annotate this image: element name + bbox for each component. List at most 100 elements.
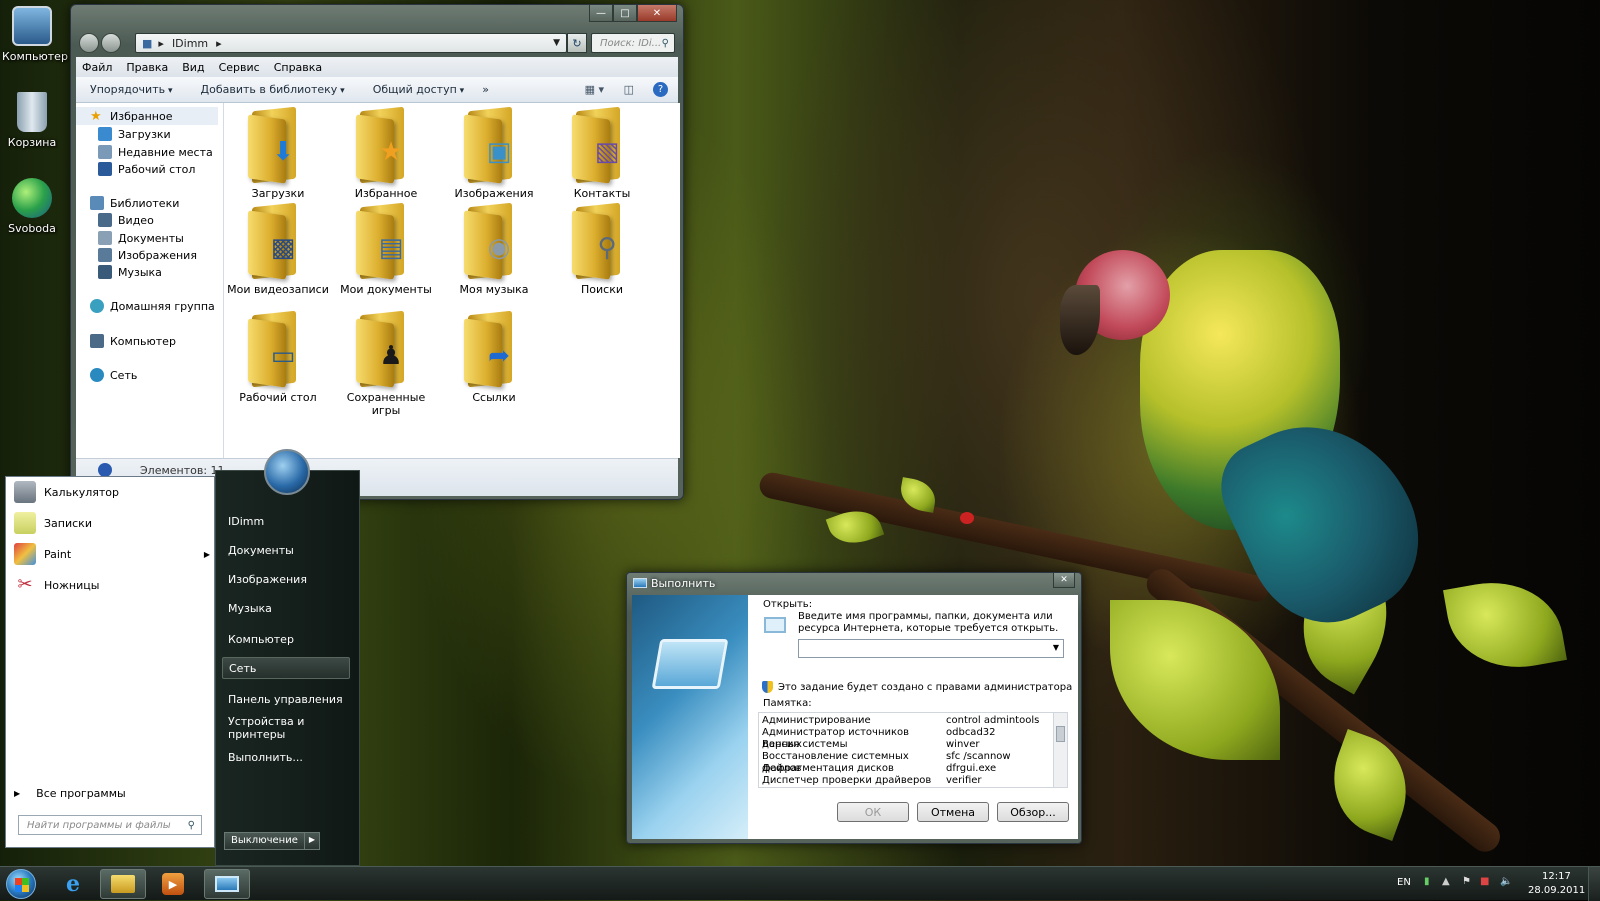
maximize-button[interactable]: □ bbox=[613, 5, 637, 22]
browse-button[interactable]: Обзор... bbox=[997, 802, 1069, 822]
folder-item[interactable]: ▩ Мои видеозаписи bbox=[224, 202, 332, 296]
taskbar-ie-button[interactable]: e bbox=[50, 869, 96, 899]
folder-item[interactable]: ⚲ Поиски bbox=[548, 202, 656, 296]
start-item-control-panel[interactable]: Панель управления bbox=[222, 688, 350, 710]
program-snipping-tool[interactable]: ✂ Ножницы bbox=[14, 570, 99, 600]
memo-list[interactable]: Администрирование control admintools Адми… bbox=[758, 712, 1068, 788]
open-label: Открыть: bbox=[763, 599, 813, 610]
address-dropdown-icon[interactable]: ▼ bbox=[553, 38, 560, 48]
cancel-button[interactable]: Отмена bbox=[917, 802, 989, 822]
memo-scrollbar[interactable] bbox=[1053, 713, 1067, 787]
minimize-button[interactable]: — bbox=[589, 5, 613, 22]
start-menu-places: IDimm Документы Изображения Музыка Компь… bbox=[215, 449, 360, 866]
menu-edit[interactable]: Правка bbox=[126, 61, 168, 74]
folder-item[interactable]: ▭ Рабочий стол bbox=[224, 310, 332, 404]
nav-music[interactable]: Музыка bbox=[98, 265, 162, 279]
run-close-button[interactable]: ✕ bbox=[1053, 573, 1075, 588]
menu-help[interactable]: Справка bbox=[274, 61, 322, 74]
nav-libraries[interactable]: Библиотеки bbox=[90, 196, 179, 210]
start-button[interactable] bbox=[6, 869, 36, 899]
menu-view[interactable]: Вид bbox=[182, 61, 204, 74]
view-options-icon[interactable]: ▦ ▾ bbox=[585, 83, 604, 96]
folder-item[interactable]: ♟ Сохраненные игры bbox=[332, 310, 440, 417]
help-icon[interactable]: ? bbox=[653, 82, 668, 97]
battery-icon[interactable]: ▮ bbox=[1424, 876, 1430, 887]
admin-note: Это задание будет создано с правами адми… bbox=[778, 682, 1073, 693]
more-commands-button[interactable]: » bbox=[482, 83, 489, 96]
all-programs-button[interactable]: ▶ Все программы bbox=[14, 787, 126, 800]
nav-computer[interactable]: Компьютер bbox=[90, 334, 176, 348]
taskbar-run-button[interactable] bbox=[204, 869, 250, 899]
show-desktop-button[interactable] bbox=[1588, 867, 1600, 901]
start-item-network[interactable]: Сеть bbox=[222, 657, 350, 679]
ok-button[interactable]: ОК bbox=[837, 802, 909, 822]
forward-button[interactable] bbox=[101, 33, 121, 53]
nav-documents[interactable]: Документы bbox=[98, 231, 184, 245]
desktop-icon-recycle-bin[interactable]: Корзина bbox=[2, 92, 62, 149]
nav-recent-places[interactable]: Недавние места bbox=[98, 145, 213, 159]
program-sticky-notes[interactable]: Записки bbox=[14, 508, 92, 538]
add-to-library-button[interactable]: Добавить в библиотеку bbox=[201, 83, 345, 96]
file-list: ⬇ Загрузки ★ Избранное ▣ Изображения ▧ К… bbox=[224, 103, 680, 458]
nav-network[interactable]: Сеть bbox=[90, 368, 137, 382]
close-button[interactable]: ✕ bbox=[637, 5, 677, 22]
clock-time[interactable]: 12:17 bbox=[1542, 871, 1571, 882]
nav-downloads[interactable]: Загрузки bbox=[98, 127, 171, 141]
arrow-right-icon: ▶ bbox=[14, 789, 21, 798]
nav-pictures[interactable]: Изображения bbox=[98, 248, 197, 262]
back-button[interactable] bbox=[79, 33, 99, 53]
star-icon: ★ bbox=[90, 109, 102, 124]
nav-homegroup[interactable]: Домашняя группа bbox=[90, 299, 215, 313]
organize-button[interactable]: Упорядочить bbox=[90, 83, 173, 96]
program-paint[interactable]: Paint ▶ bbox=[14, 539, 210, 569]
folder-item[interactable]: ⬇ Загрузки bbox=[224, 106, 332, 200]
navigation-pane: ★ Избранное Загрузки Недавние места Рабо… bbox=[76, 103, 224, 458]
start-item-music[interactable]: Музыка bbox=[222, 597, 350, 619]
start-item-pictures[interactable]: Изображения bbox=[222, 568, 350, 590]
network-tray-icon[interactable]: ▲ bbox=[1442, 876, 1450, 887]
folder-item[interactable]: ▧ Контакты bbox=[548, 106, 656, 200]
desktop-icon-svoboda[interactable]: Svoboda bbox=[2, 178, 62, 235]
start-search-input[interactable]: Найти программы и файлы ⚲ bbox=[18, 815, 202, 835]
refresh-button[interactable]: ↻ bbox=[567, 33, 587, 53]
folder-item[interactable]: ▤ Мои документы bbox=[332, 202, 440, 296]
display-icon[interactable]: ■ bbox=[1480, 876, 1489, 887]
menu-file[interactable]: Файл bbox=[82, 61, 112, 74]
breadcrumb[interactable]: IDimm bbox=[172, 37, 208, 50]
language-indicator[interactable]: EN bbox=[1397, 877, 1411, 888]
search-input[interactable]: Поиск: IDi... ⚲ bbox=[591, 33, 675, 53]
share-with-button[interactable]: Общий доступ bbox=[373, 83, 464, 96]
folder-item[interactable]: ★ Избранное bbox=[332, 106, 440, 200]
folder-item[interactable]: ◉ Моя музыка bbox=[440, 202, 548, 296]
run-description: Введите имя программы, папки, документа … bbox=[798, 611, 1059, 634]
taskbar-media-player-button[interactable]: ▶ bbox=[150, 869, 196, 899]
address-bar[interactable]: ■ ▸ IDimm ▸ ▼ bbox=[135, 33, 567, 53]
start-item-user[interactable]: IDimm bbox=[222, 510, 350, 532]
folder-item[interactable]: ➦ Ссылки bbox=[440, 310, 548, 404]
menu-tools[interactable]: Сервис bbox=[219, 61, 260, 74]
shutdown-button[interactable]: Выключение ▶ bbox=[224, 832, 321, 850]
video-library-icon bbox=[98, 213, 112, 227]
shutdown-options-icon[interactable]: ▶ bbox=[303, 833, 319, 849]
library-icon bbox=[90, 196, 104, 210]
taskbar-explorer-button[interactable] bbox=[100, 869, 146, 899]
picture-icon: ▣ bbox=[486, 137, 512, 167]
combobox-dropdown-icon[interactable]: ▼ bbox=[1053, 643, 1059, 652]
desktop-icon-computer[interactable]: Компьютер bbox=[2, 6, 68, 63]
start-item-devices-printers[interactable]: Устройства и принтеры bbox=[222, 715, 350, 741]
submenu-arrow-icon[interactable]: ▶ bbox=[204, 550, 210, 559]
volume-icon[interactable]: 🔈 bbox=[1500, 876, 1512, 887]
folder-item[interactable]: ▣ Изображения bbox=[440, 106, 548, 200]
nav-favorites[interactable]: ★ Избранное bbox=[76, 107, 218, 125]
start-item-documents[interactable]: Документы bbox=[222, 539, 350, 561]
open-combobox[interactable]: ▼ bbox=[798, 639, 1064, 658]
start-item-run[interactable]: Выполнить... bbox=[222, 746, 350, 768]
clock-date[interactable]: 28.09.2011 bbox=[1528, 885, 1585, 896]
nav-desktop[interactable]: Рабочий стол bbox=[98, 162, 195, 176]
program-calculator[interactable]: Калькулятор bbox=[14, 477, 119, 507]
nav-video[interactable]: Видео bbox=[98, 213, 154, 227]
start-item-computer[interactable]: Компьютер bbox=[222, 628, 350, 650]
memo-scroll-thumb[interactable] bbox=[1056, 726, 1065, 742]
action-center-flag-icon[interactable]: ⚑ bbox=[1462, 876, 1471, 887]
preview-pane-icon[interactable]: ◫ bbox=[624, 83, 634, 96]
